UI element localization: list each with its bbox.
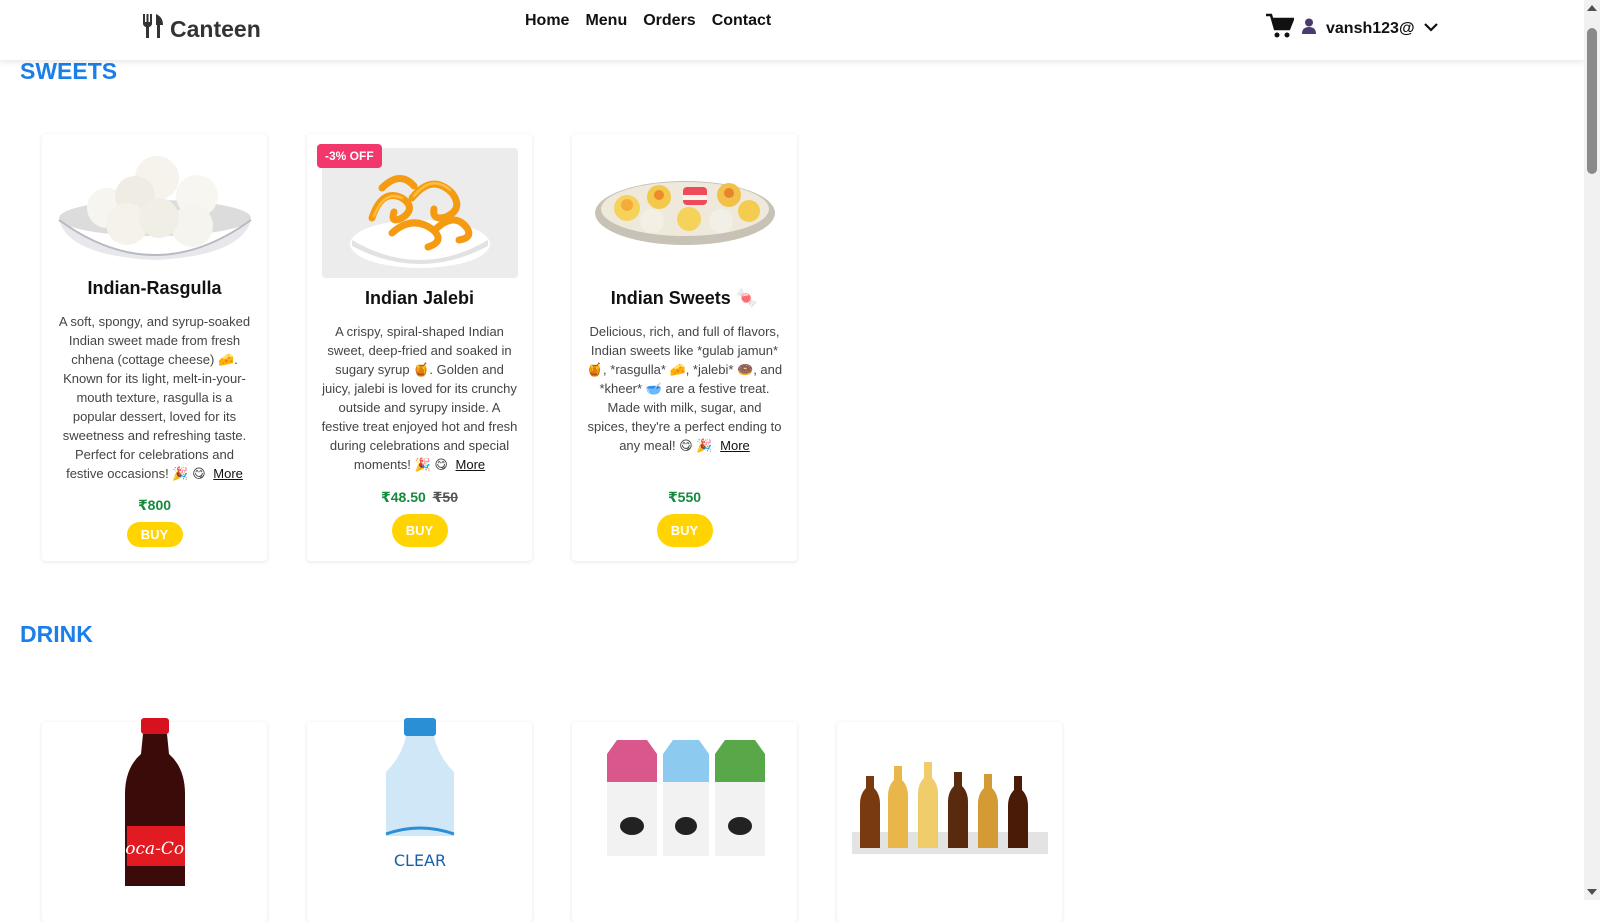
buy-button[interactable]: BUY [126, 522, 183, 547]
nav-contact-link[interactable]: Contact [712, 12, 772, 30]
old-price: ₹50 [432, 489, 458, 505]
coca-cola-logo: Coca-Cola [112, 839, 199, 859]
section-title-sweets: SWEETS [20, 58, 118, 84]
current-price: ₹48.50 [381, 489, 426, 505]
discount-badge: -3% OFF [317, 144, 382, 168]
cart-icon[interactable] [1266, 13, 1295, 44]
product-description: Delicious, rich, and full of flavors, In… [587, 322, 783, 455]
sweets-card-row: Indian-Rasgulla A soft, spongy, and syru… [42, 134, 797, 561]
product-card: Coca-Cola [42, 718, 267, 922]
user-icon [1302, 18, 1316, 39]
product-card: Indian Sweets 🍬 Delicious, rich, and ful… [572, 134, 797, 561]
product-image-rasgulla [57, 148, 253, 268]
buy-button[interactable]: BUY [656, 514, 713, 547]
product-card [572, 722, 797, 922]
product-image-coca-cola: Coca-Cola [57, 718, 253, 886]
nav-right: vansh123@ [1266, 13, 1439, 44]
scroll-down-arrow-icon[interactable] [1587, 889, 1597, 895]
section-title-drink: DRINK [20, 621, 93, 647]
product-description: A soft, spongy, and syrup-soaked Indian … [57, 312, 253, 483]
product-image-beer-bottles [851, 736, 1048, 866]
chevron-down-icon[interactable] [1423, 20, 1439, 38]
more-link[interactable]: More [720, 438, 750, 453]
nav-links: Home Menu Orders Contact [525, 12, 771, 30]
current-price: ₹800 [137, 497, 172, 513]
product-price: ₹48.50 ₹50 [381, 489, 458, 506]
product-name: Indian Jalebi [364, 288, 475, 308]
current-price: ₹550 [667, 489, 702, 505]
nav-orders-link[interactable]: Orders [643, 12, 695, 30]
product-name: Indian Sweets 🍬 [610, 288, 759, 308]
product-price: ₹550 [668, 489, 701, 506]
more-link[interactable]: More [456, 457, 486, 472]
product-card: CLEAR [307, 718, 532, 922]
buy-button[interactable]: BUY [391, 514, 448, 547]
brand-logo[interactable]: Canteen [142, 14, 261, 44]
product-description: A crispy, spiral-shaped Indian sweet, de… [322, 322, 518, 474]
product-image-water-bottle: CLEAR [322, 718, 518, 886]
more-link[interactable]: More [213, 466, 243, 481]
product-description-text: A soft, spongy, and syrup-soaked Indian … [58, 314, 251, 481]
product-description-text: Delicious, rich, and full of flavors, In… [586, 324, 783, 453]
product-card: Indian-Rasgulla A soft, spongy, and syru… [42, 134, 267, 561]
product-card [837, 722, 1062, 922]
product-name: Indian-Rasgulla [87, 278, 222, 298]
water-bottle-label: CLEAR [393, 851, 445, 870]
product-price: ₹800 [138, 497, 171, 514]
scroll-up-arrow-icon[interactable] [1587, 5, 1597, 11]
navbar: Canteen Home Menu Orders Contact vansh12… [0, 0, 1584, 60]
nav-menu-link[interactable]: Menu [585, 12, 627, 30]
product-card: -3% OFF Indian Jalebi A crispy, spiral-s… [307, 134, 532, 561]
brand-name: Canteen [170, 15, 261, 42]
page-scrollbar[interactable] [1584, 0, 1600, 900]
fork-knife-icon [142, 14, 164, 44]
product-description-text: A crispy, spiral-shaped Indian sweet, de… [321, 324, 518, 472]
product-image-indian-sweets [587, 148, 783, 278]
nav-home-link[interactable]: Home [525, 12, 569, 30]
drink-card-row: Coca-Cola CLEAR [42, 718, 1062, 922]
user-name[interactable]: vansh123@ [1326, 20, 1415, 38]
product-image-milk-cartons [587, 736, 783, 866]
scrollbar-thumb[interactable] [1587, 28, 1597, 174]
